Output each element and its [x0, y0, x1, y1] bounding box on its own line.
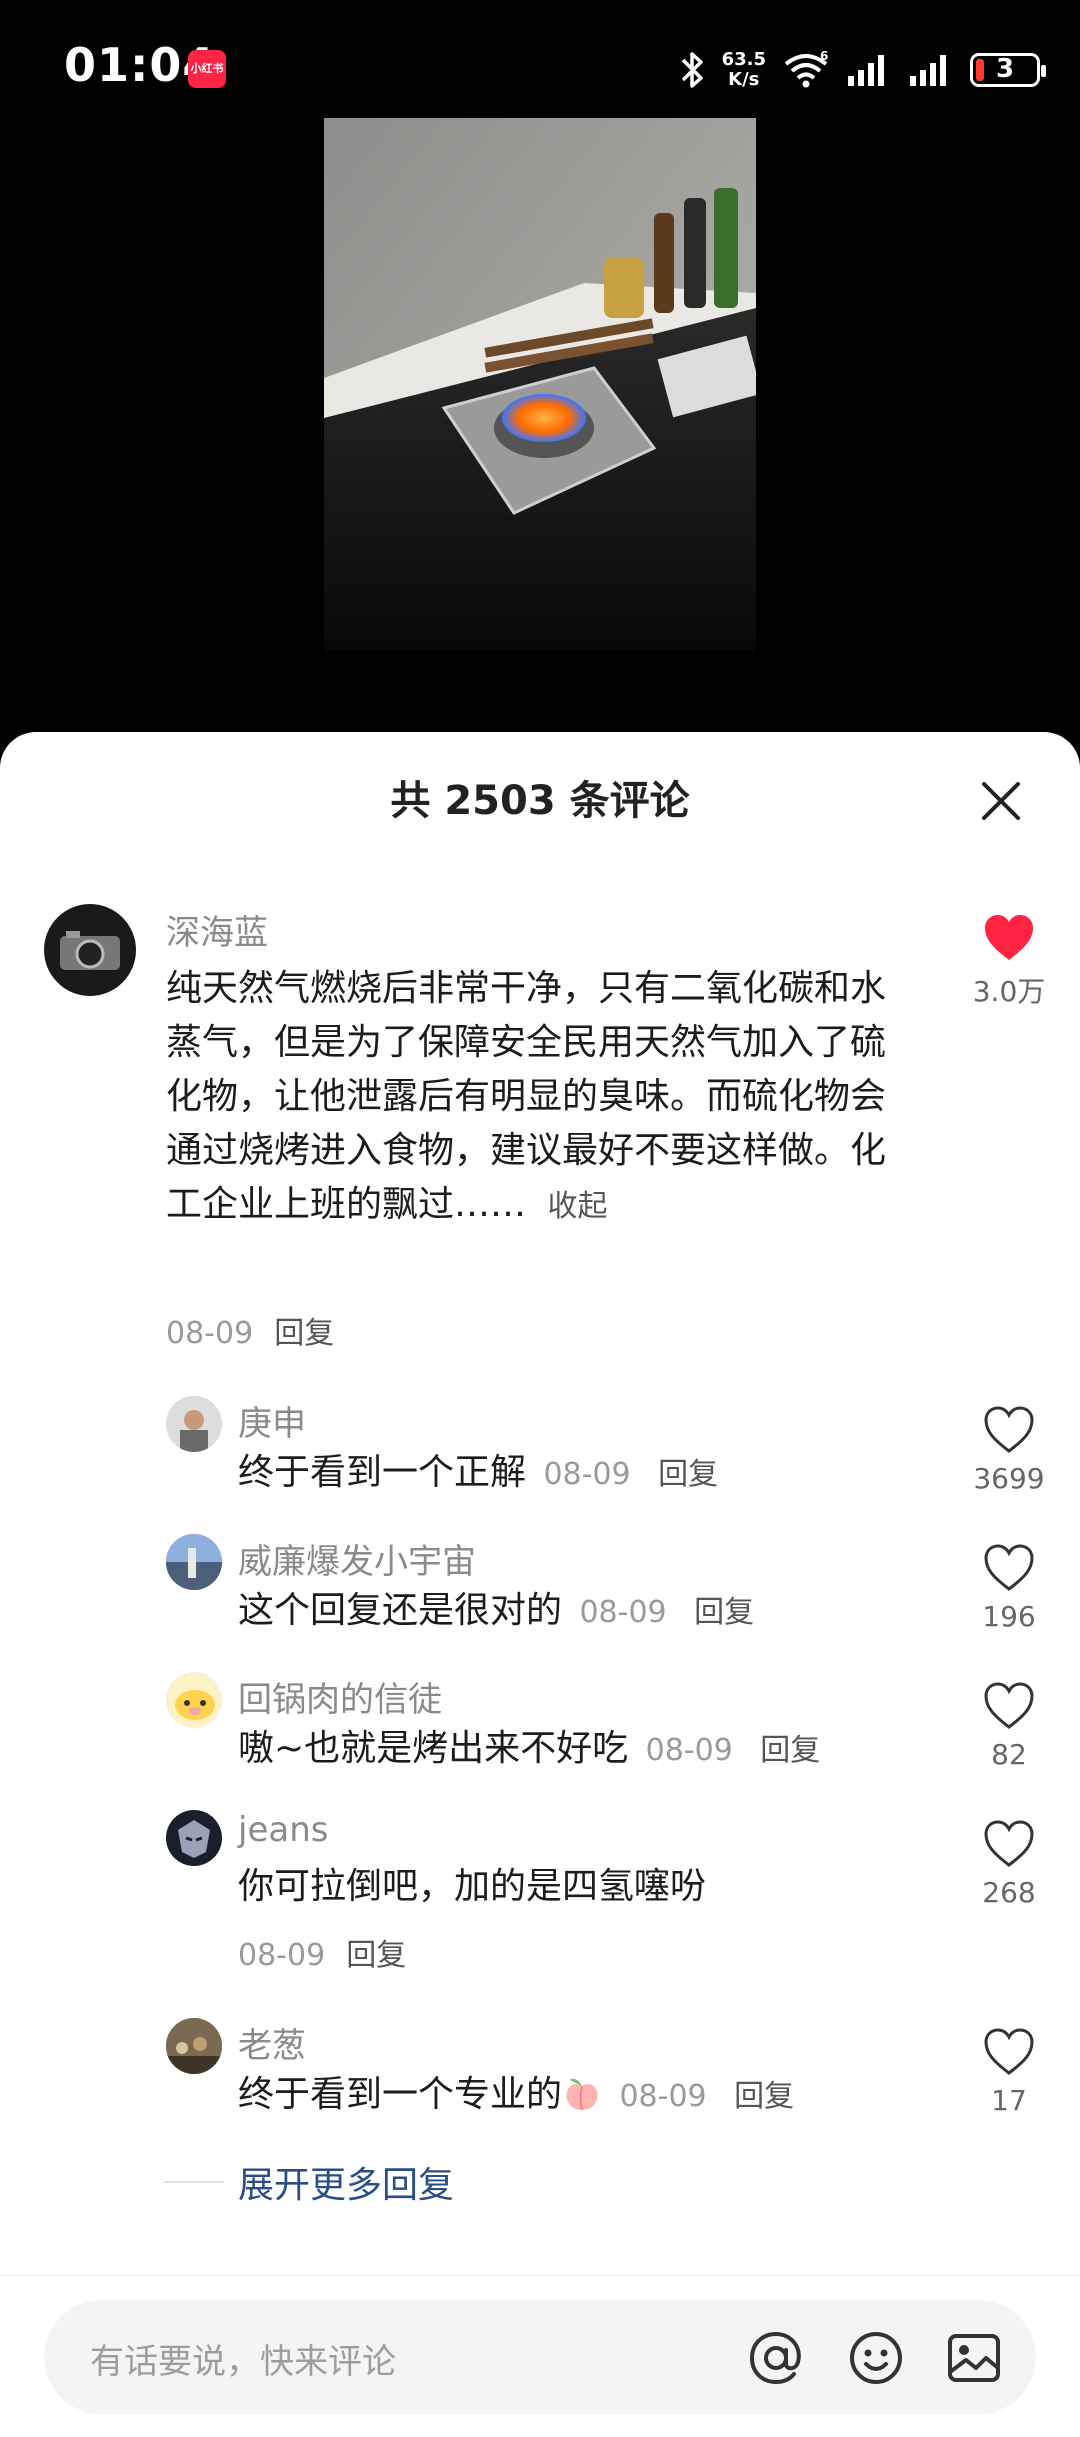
reply-author[interactable]: 回锅肉的信徒 — [238, 1672, 442, 1721]
comment-author[interactable]: 深海蓝 — [166, 905, 268, 954]
heart-filled-icon — [985, 915, 1033, 960]
comment-input[interactable]: 有话要说，快来评论 — [44, 2300, 1036, 2414]
expand-more-replies[interactable]: 展开更多回复 — [164, 2156, 454, 2208]
heart-outline-icon — [984, 1820, 1034, 1867]
like-count: 3.0万 — [972, 975, 1046, 1008]
signal-icon-2 — [910, 55, 946, 86]
like-button[interactable]: 268 — [964, 1820, 1054, 1909]
reply-date: 08-09 — [579, 1595, 667, 1630]
reply-text-row: 嗷~也就是烤出来不好吃 08-09 回复 — [238, 1728, 821, 1769]
reply-date: 08-09 — [645, 1733, 733, 1768]
emoji-icon[interactable] — [844, 2326, 908, 2390]
avatar[interactable] — [44, 904, 136, 996]
expand-more-label[interactable]: 展开更多回复 — [238, 2156, 454, 2208]
divider — [164, 2181, 224, 2183]
reply-text-row: 终于看到一个专业的 08-09 回复 — [238, 2074, 795, 2115]
comment-text: 纯天然气燃烧后非常干净，只有二氧化碳和水蒸气，但是为了保障安全民用天然气加入了硫… — [166, 968, 887, 1225]
signal-icon-1 — [848, 55, 884, 86]
like-button[interactable]: 17 — [964, 2028, 1054, 2117]
reply-author[interactable]: 庚申 — [238, 1396, 306, 1445]
comment-date: 08-09 — [166, 1316, 254, 1351]
avatar[interactable] — [166, 1534, 222, 1590]
reply-button[interactable]: 回复 — [694, 1595, 754, 1630]
like-button[interactable]: 3699 — [964, 1406, 1054, 1495]
like-count: 3699 — [973, 1462, 1045, 1495]
close-icon[interactable] — [978, 778, 1024, 824]
avatar[interactable] — [166, 1810, 222, 1866]
reply-button[interactable]: 回复 — [734, 2079, 794, 2114]
svg-text:6: 6 — [820, 50, 828, 63]
app-badge-icon: 小红书 — [188, 50, 226, 88]
like-count: 268 — [982, 1876, 1036, 1909]
network-speed: 63.5 K/s — [721, 49, 766, 90]
reply-button[interactable]: 回复 — [658, 1457, 718, 1492]
heart-outline-icon — [984, 1544, 1034, 1591]
peach-emoji-icon — [566, 2078, 598, 2111]
reply-date: 08-09 — [619, 2079, 707, 2114]
reply-author[interactable]: 老葱 — [238, 2018, 306, 2067]
video-image — [324, 118, 756, 650]
reply-date: 08-09 — [238, 1938, 326, 1973]
status-icons: 63.5 K/s 6 3 — [680, 42, 1046, 98]
like-count: 82 — [991, 1738, 1027, 1771]
avatar[interactable] — [166, 1672, 222, 1728]
heart-outline-icon — [984, 2028, 1034, 2075]
like-button[interactable]: 196 — [964, 1544, 1054, 1633]
like-button[interactable]: 82 — [964, 1682, 1054, 1771]
reply-author[interactable]: 威廉爆发小宇宙 — [238, 1534, 476, 1583]
reply-date: 08-09 — [543, 1457, 631, 1492]
mention-icon[interactable] — [744, 2326, 808, 2390]
bluetooth-icon — [681, 52, 703, 88]
wifi-icon: 6 — [784, 50, 828, 88]
reply-button[interactable]: 回复 — [760, 1733, 820, 1768]
avatar[interactable] — [166, 2018, 222, 2074]
like-count: 196 — [982, 1600, 1036, 1633]
avatar[interactable] — [166, 1396, 222, 1452]
comment-input-placeholder: 有话要说，快来评论 — [90, 2342, 396, 2382]
video-frame[interactable] — [324, 118, 756, 650]
comment-input-bar: 有话要说，快来评论 — [0, 2275, 1080, 2437]
image-icon[interactable] — [942, 2326, 1006, 2390]
reply-author[interactable]: jeans — [238, 1810, 328, 1850]
reply-text-row: 这个回复还是很对的 08-09 回复 — [238, 1590, 755, 1631]
reply-text-row: 终于看到一个正解 08-09 回复 — [238, 1452, 719, 1493]
like-count: 17 — [991, 2084, 1027, 2117]
heart-outline-icon — [984, 1406, 1034, 1453]
comment-meta: 08-09 回复 — [166, 1308, 334, 1352]
reply-button[interactable]: 回复 — [346, 1938, 406, 1973]
like-button[interactable]: 3.0万 — [964, 914, 1054, 1010]
comment-count-title: 共 2503 条评论 — [390, 778, 690, 824]
battery-icon: 3 — [970, 53, 1046, 87]
reply-meta: 08-09 回复 — [238, 1930, 406, 1974]
reply-text: 你可拉倒吧，加的是四氢噻吩 — [238, 1866, 707, 1907]
reply-button[interactable]: 回复 — [274, 1316, 334, 1351]
collapse-button[interactable]: 收起 — [547, 1189, 607, 1224]
heart-outline-icon — [984, 1682, 1034, 1729]
